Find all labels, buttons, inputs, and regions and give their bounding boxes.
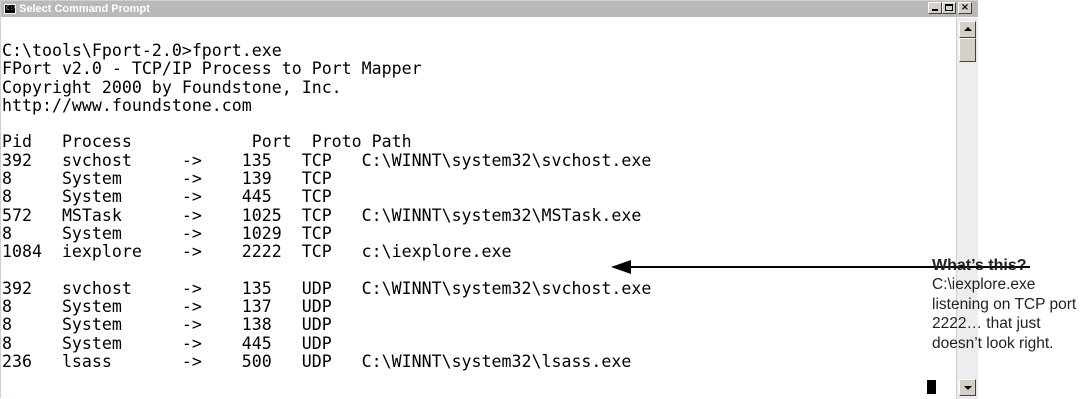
annotation-body: C:\iexplore.exe listening on TCP port 22…	[932, 276, 1077, 352]
window-title: Select Command Prompt	[19, 3, 150, 15]
console-text: C:\tools\Fport-2.0>fport.exe FPort v2.0 -…	[2, 41, 652, 372]
table-row: 8 System -> 1029 TCP	[2, 223, 332, 243]
maximize-button[interactable]	[942, 2, 956, 14]
table-row: 392 svchost -> 135 UDP C:\WINNT\system32…	[2, 278, 652, 298]
table-row: 8 System -> 445 TCP	[2, 187, 332, 207]
annotation-callout: What’s this? C:\iexplore.exe listening o…	[932, 256, 1080, 353]
callout-arrow-head-icon	[611, 260, 631, 274]
title-bar[interactable]: C:\ Select Command Prompt ×	[1, 1, 978, 17]
scroll-up-arrow-icon[interactable]	[959, 21, 976, 38]
table-row: 236 lsass -> 500 UDP C:\WINNT\system32\l…	[2, 352, 632, 372]
text-cursor	[927, 380, 936, 394]
table-row-suspicious: 1084 iexplore -> 2222 TCP c:\iexplore.ex…	[2, 242, 512, 262]
table-row: 8 System -> 445 UDP	[2, 333, 332, 353]
minimize-button[interactable]	[928, 2, 942, 14]
console-output[interactable]: C:\tools\Fport-2.0>fport.exe FPort v2.0 -…	[1, 18, 956, 399]
table-row: 8 System -> 138 UDP	[2, 315, 332, 335]
table-row: 392 svchost -> 135 TCP C:\WINNT\system32…	[2, 150, 652, 170]
table-row: 572 MSTask -> 1025 TCP C:\WINNT\system32…	[2, 205, 642, 225]
command-prompt-window: C:\ Select Command Prompt × C:\tools\Fpo…	[0, 0, 978, 399]
caption-buttons: ×	[928, 2, 972, 14]
command-prompt-icon[interactable]: C:\	[4, 4, 17, 14]
close-button[interactable]: ×	[958, 2, 972, 14]
table-row: 8 System -> 139 TCP	[2, 169, 332, 189]
console-line: FPort v2.0 - TCP/IP Process to Port Mapp…	[2, 59, 422, 79]
table-row: 8 System -> 137 UDP	[2, 297, 332, 317]
console-line: C:\tools\Fport-2.0>fport.exe	[2, 41, 282, 60]
console-line: http://www.foundstone.com	[2, 95, 252, 115]
scroll-down-arrow-icon[interactable]	[959, 379, 976, 396]
annotation-title: What’s this?	[932, 257, 1027, 274]
scrollbar-thumb[interactable]	[959, 38, 976, 62]
table-header: Pid Process Port Proto Path	[2, 132, 412, 152]
console-line: Copyright 2000 by Foundstone, Inc.	[2, 77, 342, 97]
